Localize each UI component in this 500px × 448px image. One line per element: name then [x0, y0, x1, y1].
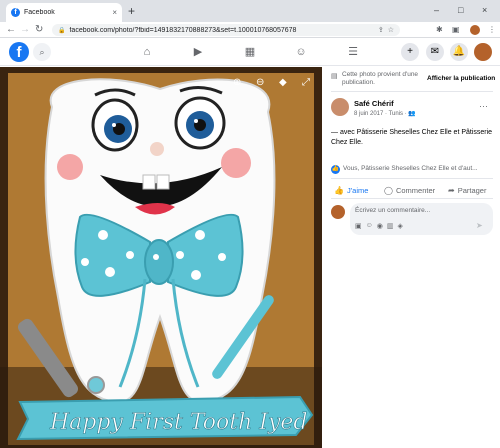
- friends-audience-icon: 👥: [408, 111, 416, 117]
- create-plus-icon[interactable]: +: [401, 43, 419, 61]
- groups-icon[interactable]: ☺: [293, 44, 309, 60]
- back-arrow-icon[interactable]: ←: [6, 23, 16, 37]
- account-avatar[interactable]: [474, 43, 492, 61]
- comment-tools: ▣ ☺ ◉ ▥ ◈: [355, 222, 403, 230]
- browser-tab-bar: f Facebook × + – □ ×: [0, 0, 500, 22]
- cake-photo: Happy First Tooth Iyed: [0, 67, 322, 448]
- sticker-icon[interactable]: ▣: [355, 222, 362, 230]
- address-bar[interactable]: 🔒 facebook.com/photo/?fbid=1491832170888…: [52, 24, 400, 36]
- window-close-button[interactable]: ×: [482, 4, 487, 16]
- facebook-header: f ⌕ ⌂ ▶ ▦ ☺ ☰ + ✉ 🔔: [0, 39, 500, 66]
- show-post-button[interactable]: Afficher la publication: [427, 75, 495, 82]
- zoom-in-icon[interactable]: ⊕: [233, 77, 241, 89]
- like-button[interactable]: 👍 J'aime: [334, 184, 368, 196]
- divider: [331, 91, 493, 92]
- send-icon[interactable]: ➤: [476, 221, 483, 230]
- gif-icon[interactable]: ▥: [387, 222, 394, 230]
- maximize-button[interactable]: □: [458, 4, 463, 16]
- facebook-logo[interactable]: f: [9, 42, 29, 62]
- post-side-panel: ▤ Cette photo provient d'une publication…: [323, 67, 500, 448]
- post-text: — avec Pâtisserie Sheselles Chez Elle et…: [331, 129, 493, 146]
- camera-icon[interactable]: ◉: [377, 222, 383, 230]
- lock-icon: 🔒: [58, 27, 66, 34]
- share-icon[interactable]: ⇪: [378, 26, 384, 34]
- video-icon[interactable]: ▶: [190, 44, 206, 60]
- tab-title: Facebook: [24, 9, 55, 16]
- emoji-icon[interactable]: ☺: [366, 222, 373, 230]
- home-icon[interactable]: ⌂: [139, 44, 155, 60]
- comment-button[interactable]: ◯ Commenter: [384, 184, 435, 196]
- extensions-icon[interactable]: ✱: [436, 24, 443, 36]
- messenger-icon[interactable]: ✉: [426, 43, 444, 61]
- share-button[interactable]: ➦ Partager: [448, 184, 486, 196]
- facebook-favicon-icon: f: [11, 8, 20, 17]
- zoom-out-icon[interactable]: ⊖: [256, 77, 264, 89]
- author-name[interactable]: Safé Chérif: [354, 99, 394, 108]
- comment-label: Commenter: [395, 185, 436, 195]
- share-label: Partager: [457, 185, 487, 195]
- menu-icon[interactable]: ☰: [345, 44, 361, 60]
- divider: [331, 198, 493, 199]
- search-icon[interactable]: ⌕: [33, 43, 51, 61]
- side-panel-icon[interactable]: ▣: [452, 24, 460, 36]
- browser-menu-icon[interactable]: ⋮: [488, 24, 496, 36]
- bookmark-star-icon[interactable]: ☆: [388, 26, 394, 34]
- avatar-sticker-icon[interactable]: ◈: [398, 222, 403, 230]
- browser-toolbar: ← → ↻ 🔒 facebook.com/photo/?fbid=1491832…: [0, 22, 500, 38]
- comment-input[interactable]: Écrivez un commentaire... ▣ ☺ ◉ ▥ ◈ ➤: [350, 203, 493, 235]
- author-avatar[interactable]: [331, 98, 349, 116]
- reload-icon[interactable]: ↻: [35, 23, 43, 37]
- fullscreen-icon[interactable]: ⤢: [302, 77, 310, 89]
- divider: [331, 178, 493, 179]
- comment-bubble-icon: ◯: [384, 185, 393, 195]
- reactions-summary[interactable]: Vous, Pâtisserie Sheselles Chez Elle et …: [343, 165, 493, 172]
- comment-placeholder: Écrivez un commentaire...: [355, 207, 431, 214]
- photo-source-notice: Cette photo provient d'une publication.: [342, 71, 419, 86]
- browser-profile-avatar[interactable]: [470, 25, 480, 35]
- banner-text: Happy First Tooth Iyed: [49, 410, 308, 435]
- like-label: J'aime: [346, 185, 369, 195]
- like-reaction-icon: 👍: [331, 165, 340, 174]
- forward-arrow-icon[interactable]: →: [20, 23, 30, 37]
- more-options-icon[interactable]: ···: [479, 101, 488, 111]
- marketplace-icon[interactable]: ▦: [242, 44, 258, 60]
- minimize-button[interactable]: –: [434, 4, 439, 16]
- tab-close-icon[interactable]: ×: [112, 8, 117, 17]
- commenter-avatar: [331, 205, 345, 219]
- tag-icon[interactable]: ◆: [279, 77, 287, 89]
- post-info-icon: ▤: [331, 73, 338, 80]
- post-meta: 8 juin 2017 · Tunis · 👥: [354, 110, 416, 117]
- photo-viewer: Happy First Tooth Iyed ⊕ ⊖ ◆ ⤢: [0, 67, 322, 448]
- notifications-bell-icon[interactable]: 🔔: [450, 43, 468, 61]
- url-text: facebook.com/photo/?fbid=149183217088827…: [69, 26, 297, 34]
- thumbs-up-icon: 👍: [334, 185, 344, 195]
- browser-tab[interactable]: f Facebook ×: [6, 3, 122, 22]
- post-date-location: 8 juin 2017 · Tunis ·: [354, 111, 409, 117]
- new-tab-button[interactable]: +: [128, 4, 135, 18]
- share-arrow-icon: ➦: [448, 185, 455, 195]
